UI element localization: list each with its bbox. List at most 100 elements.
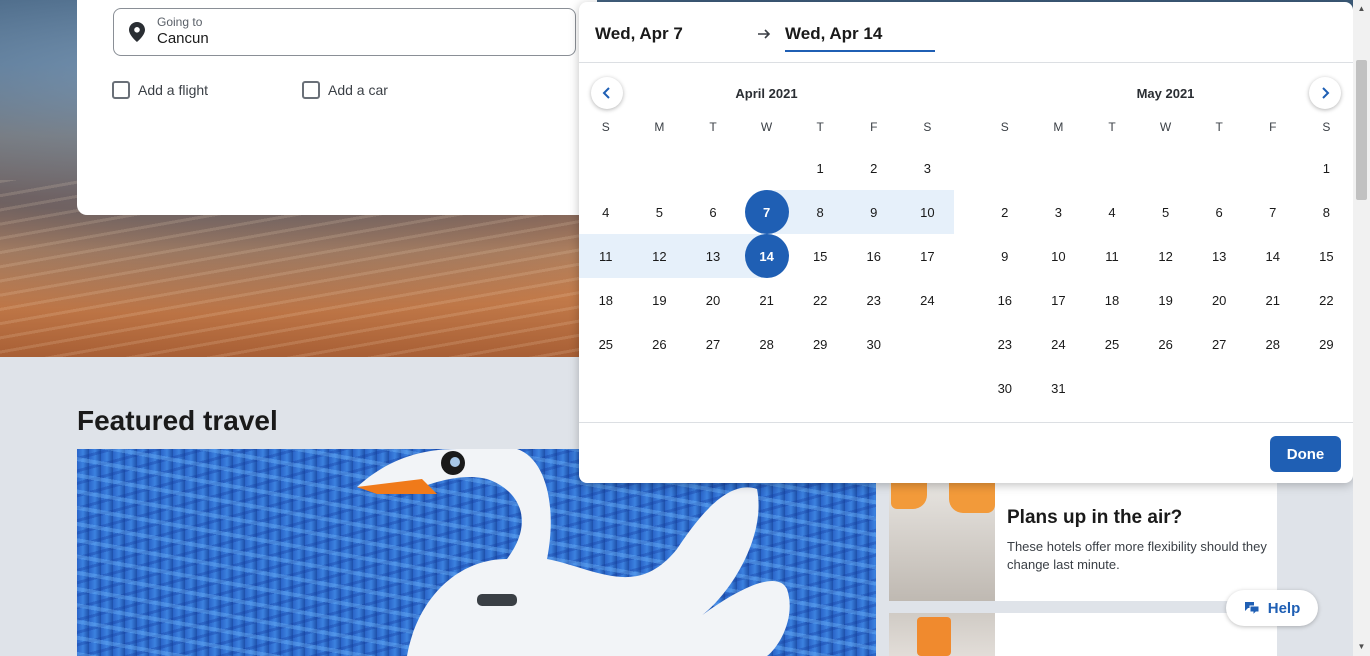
day-cell[interactable]: 13 (1192, 234, 1246, 278)
empty-day-cell (1192, 146, 1246, 190)
card-description: These hotels offer more flexibility shou… (1007, 539, 1267, 572)
day-cell[interactable]: 8 (793, 190, 847, 234)
day-cell[interactable]: 27 (686, 322, 740, 366)
day-cell[interactable]: 2 (847, 146, 901, 190)
day-cell[interactable]: 30 (847, 322, 901, 366)
day-cell[interactable]: 6 (1192, 190, 1246, 234)
day-cell[interactable]: 10 (1032, 234, 1086, 278)
day-cell[interactable]: 11 (579, 234, 633, 278)
weekday-label: T (1108, 120, 1116, 134)
day-cell[interactable]: 11 (1085, 234, 1139, 278)
empty-day-cell (740, 146, 794, 190)
day-cell[interactable]: 17 (1032, 278, 1086, 322)
add-flight-checkbox[interactable]: Add a flight (112, 81, 208, 99)
start-date-display[interactable]: Wed, Apr 7 (595, 24, 683, 44)
day-cell[interactable]: 24 (901, 278, 955, 322)
weekday-label: S (1322, 120, 1331, 134)
day-cell[interactable]: 1 (1300, 146, 1354, 190)
empty-day-cell (1085, 146, 1139, 190)
month-april: April 2021 SMTWTFS 1 2 3 4 5 6 7 8 9 10 11 12 13 14 15… (579, 86, 955, 366)
day-cell[interactable]: 26 (633, 322, 687, 366)
done-button[interactable]: Done (1270, 436, 1341, 472)
day-cell[interactable]: 30 (978, 366, 1032, 410)
day-cell[interactable]: 18 (1085, 278, 1139, 322)
weekday-header: SMTWTFS (978, 120, 1353, 134)
help-button[interactable]: Help (1226, 590, 1318, 626)
weekday-label: S (923, 120, 932, 134)
day-cell[interactable]: 23 (847, 278, 901, 322)
day-cell[interactable]: 7 (739, 190, 794, 234)
day-cell[interactable]: 4 (1085, 190, 1139, 234)
end-date-display[interactable]: Wed, Apr 14 (785, 24, 935, 52)
date-picker-dialog: Wed, Apr 7 Wed, Apr 14 April 2021 S M T W T F… (579, 2, 1353, 483)
featured-travel-heading: Featured travel (77, 405, 278, 436)
day-cell[interactable]: 10 (900, 190, 955, 234)
day-cell[interactable]: 23 (978, 322, 1032, 366)
day-cell[interactable]: 20 (1192, 278, 1246, 322)
day-cell[interactable]: 5 (1139, 190, 1193, 234)
day-cell[interactable]: 28 (740, 322, 794, 366)
day-cell[interactable]: 1 (793, 146, 847, 190)
day-cell[interactable]: 9 (978, 234, 1032, 278)
day-cell[interactable]: 12 (1139, 234, 1193, 278)
day-cell[interactable]: 16 (847, 234, 901, 278)
day-cell[interactable]: 16 (978, 278, 1032, 322)
day-cell[interactable]: 14 (1246, 234, 1300, 278)
empty-day-cell (633, 146, 687, 190)
day-cell[interactable]: 15 (1300, 234, 1354, 278)
day-cell[interactable]: 12 (632, 234, 687, 278)
day-cell[interactable]: 4 (579, 190, 633, 234)
day-cell[interactable]: 29 (793, 322, 847, 366)
card-thumbnail (889, 613, 995, 656)
add-flight-label: Add a flight (138, 82, 209, 98)
scroll-up-icon[interactable]: ▲ (1357, 4, 1366, 13)
checkbox-box[interactable] (112, 81, 130, 99)
second-featured-card[interactable] (889, 613, 1277, 656)
day-cell[interactable]: 9 (846, 190, 901, 234)
going-to-value: Cancun (157, 30, 209, 47)
day-cell[interactable]: 13 (686, 234, 740, 278)
help-label: Help (1267, 599, 1301, 617)
empty-day-cell (686, 146, 740, 190)
empty-day-cell (1139, 146, 1193, 190)
day-cell[interactable]: 18 (579, 278, 633, 322)
location-pin-icon (129, 22, 145, 42)
add-car-checkbox[interactable]: Add a car (302, 81, 388, 99)
day-cell[interactable]: 3 (1032, 190, 1086, 234)
day-cell[interactable]: 15 (793, 234, 847, 278)
day-cell[interactable]: 28 (1246, 322, 1300, 366)
page-scrollbar[interactable]: ▲ ▼ (1353, 0, 1370, 656)
card-title: Plans up in the air? (1007, 507, 1183, 528)
checkbox-box[interactable] (302, 81, 320, 99)
day-cell[interactable]: 29 (1300, 322, 1354, 366)
weekday-label: T (816, 120, 824, 134)
day-cell[interactable]: 17 (901, 234, 955, 278)
scroll-thumb[interactable] (1356, 60, 1367, 200)
day-cell[interactable]: 22 (1300, 278, 1354, 322)
weekday-label: W (1159, 120, 1172, 134)
month-may: May 2021 SMTWTFS 1 2 3 4 5 6 7 8 9 10 11 12 13 14 15 16… (978, 86, 1353, 410)
day-cell[interactable]: 25 (579, 322, 633, 366)
day-cell[interactable]: 25 (1085, 322, 1139, 366)
going-to-field[interactable]: Going to Cancun (113, 8, 576, 56)
day-cell[interactable]: 21 (740, 278, 794, 322)
day-cell[interactable]: 19 (1139, 278, 1193, 322)
flexible-hotels-card[interactable]: Plans up in the air? These hotels offer … (889, 483, 1277, 601)
weekday-label: F (1269, 120, 1277, 134)
day-cell[interactable]: 31 (1032, 366, 1086, 410)
day-cell[interactable]: 8 (1300, 190, 1354, 234)
day-cell[interactable]: 2 (978, 190, 1032, 234)
day-cell[interactable]: 22 (793, 278, 847, 322)
day-cell[interactable]: 26 (1139, 322, 1193, 366)
day-cell[interactable]: 5 (633, 190, 687, 234)
scroll-down-icon[interactable]: ▼ (1357, 642, 1366, 651)
day-cell[interactable]: 21 (1246, 278, 1300, 322)
day-cell[interactable]: 14 (739, 234, 794, 278)
day-cell[interactable]: 7 (1246, 190, 1300, 234)
day-cell[interactable]: 27 (1192, 322, 1246, 366)
day-cell[interactable]: 20 (686, 278, 740, 322)
day-cell[interactable]: 19 (633, 278, 687, 322)
day-cell[interactable]: 3 (901, 146, 955, 190)
day-cell[interactable]: 24 (1032, 322, 1086, 366)
day-cell[interactable]: 6 (686, 190, 740, 234)
